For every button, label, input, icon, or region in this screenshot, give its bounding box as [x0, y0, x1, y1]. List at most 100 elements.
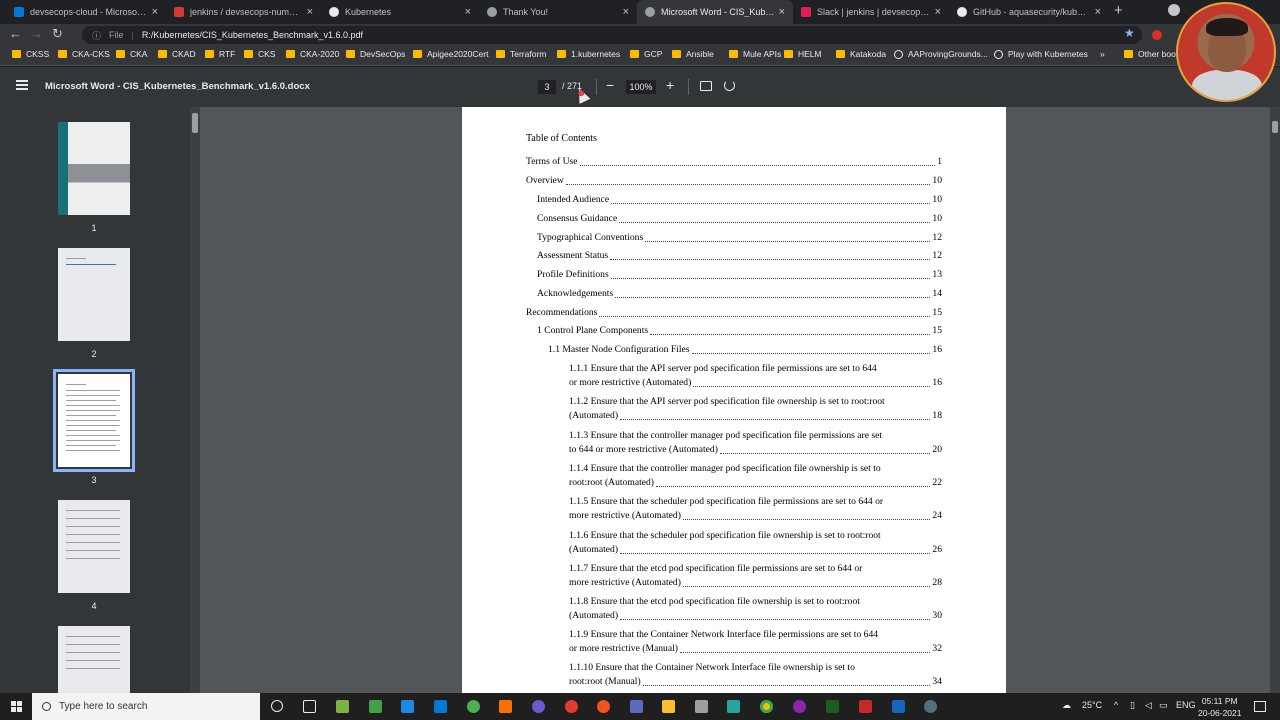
bookmark-item[interactable]: Mule APIs — [729, 49, 781, 59]
github-desktop-icon[interactable] — [793, 700, 806, 713]
address-bar[interactable]: ⓘ File | R:/Kubernetes/CIS_Kubernetes_Be… — [82, 26, 1142, 44]
bookmark-item[interactable]: AAProvingGrounds... — [894, 49, 988, 59]
notepad-plus-icon[interactable] — [336, 700, 349, 713]
outlook-icon[interactable] — [434, 700, 447, 713]
tray-chevron-icon[interactable]: ^ — [1114, 700, 1118, 710]
taskbar-clock[interactable]: 05:11 PM 20-06-2021 — [1198, 695, 1241, 719]
bookmark-item[interactable]: Terraform — [496, 49, 546, 59]
tab-azure[interactable]: devsecops-cloud - Microsoft Az × — [6, 0, 166, 24]
toc-entry[interactable]: Overview 10 — [526, 174, 942, 188]
bookmark-item[interactable]: GCP — [630, 49, 662, 59]
bookmark-item[interactable]: 1.kubernetes — [557, 49, 620, 59]
toc-entry[interactable]: Assessment Status 12 — [537, 249, 942, 263]
zoom-out-button[interactable]: − — [606, 77, 614, 93]
close-icon[interactable]: × — [623, 6, 629, 18]
back-arrow-icon[interactable]: ← — [9, 26, 22, 41]
bookmark-item[interactable]: CKS — [244, 49, 275, 59]
new-tab-button[interactable]: + — [1114, 2, 1123, 19]
tab-thank-you[interactable]: Thank You! × — [479, 0, 637, 24]
close-icon[interactable]: × — [1095, 6, 1101, 18]
bookmark-item[interactable]: Ansible — [672, 49, 714, 59]
weather-temperature[interactable]: 25°C — [1082, 700, 1102, 710]
rotate-icon[interactable] — [724, 80, 735, 91]
battery-icon[interactable]: ▭ — [1159, 700, 1168, 711]
bookmark-star-icon[interactable]: ★ — [1124, 26, 1135, 40]
close-icon[interactable]: × — [307, 6, 313, 18]
app-icon[interactable] — [532, 700, 545, 713]
page-number-input[interactable]: 3 — [538, 80, 556, 94]
extension-icon[interactable] — [1152, 30, 1162, 40]
forward-arrow-icon[interactable]: → — [30, 26, 43, 41]
toc-entry[interactable]: Typographical Conventions 12 — [537, 231, 942, 245]
other-bookmarks[interactable]: Other boo — [1124, 49, 1176, 59]
toc-entry[interactable]: 1.1.1 Ensure that the API server pod spe… — [569, 362, 942, 390]
bookmark-item[interactable]: CKA — [116, 49, 147, 59]
app-icon[interactable] — [727, 700, 740, 713]
app-icon[interactable] — [597, 700, 610, 713]
toc-entry[interactable]: 1.1.5 Ensure that the scheduler pod spec… — [569, 495, 942, 523]
input-language[interactable]: ENG — [1176, 700, 1196, 710]
file-explorer-icon[interactable] — [662, 700, 675, 713]
cortana-icon[interactable] — [271, 700, 283, 712]
bookmark-item[interactable]: Katakoda — [836, 49, 886, 59]
page-thumbnail-selected[interactable] — [53, 369, 135, 472]
scrollbar-thumb[interactable] — [192, 113, 198, 133]
fit-page-icon[interactable] — [700, 81, 712, 91]
word-icon[interactable] — [892, 700, 905, 713]
page-thumbnail[interactable] — [58, 626, 130, 693]
volume-icon[interactable]: ◁ — [1145, 700, 1152, 711]
app-icon[interactable] — [924, 700, 937, 713]
bookmark-item[interactable]: Apigee2020Cert — [413, 49, 488, 59]
toc-entry[interactable]: 1.1.8 Ensure that the etcd pod specifica… — [569, 595, 942, 623]
app-icon[interactable] — [695, 700, 708, 713]
toc-entry[interactable]: Recommendations 15 — [526, 306, 942, 320]
toc-entry[interactable]: Consensus Guidance 10 — [537, 212, 942, 226]
postman-icon[interactable] — [565, 700, 578, 713]
whatsapp-icon[interactable] — [467, 700, 480, 713]
network-icon[interactable]: ▯ — [1130, 700, 1135, 711]
chrome-icon[interactable] — [760, 700, 773, 713]
tab-microsoft-word-pdf[interactable]: Microsoft Word - CIS_Kubernete × — [637, 0, 793, 24]
tab-search-icon[interactable] — [1168, 4, 1180, 16]
toc-entry[interactable]: 1.1.6 Ensure that the scheduler pod spec… — [569, 529, 942, 557]
bookmark-item[interactable]: CKAD — [158, 49, 196, 59]
toc-entry[interactable]: 1 Control Plane Components 15 — [537, 324, 942, 338]
close-icon[interactable]: × — [152, 6, 158, 18]
reload-icon[interactable]: ↻ — [52, 26, 63, 42]
bookmark-item[interactable]: CKSS — [12, 49, 49, 59]
app-icon[interactable] — [369, 700, 382, 713]
weather-cloud-icon[interactable]: ☁ — [1062, 700, 1071, 711]
toc-entry[interactable]: 1.1.9 Ensure that the Container Network … — [569, 628, 942, 656]
app-icon[interactable] — [630, 700, 643, 713]
toc-entry[interactable]: Profile Definitions 13 — [537, 268, 942, 282]
bookmark-item[interactable]: Play with Kubernetes — [994, 49, 1088, 59]
toc-entry[interactable]: 1.1.3 Ensure that the controller manager… — [569, 429, 942, 457]
toc-entry[interactable]: Acknowledgements 14 — [537, 287, 942, 301]
tab-kubernetes[interactable]: Kubernetes × — [321, 0, 479, 24]
bookmark-item[interactable]: CKA-2020 — [286, 49, 339, 59]
vscode-icon[interactable] — [401, 700, 414, 713]
bookmarks-overflow-button[interactable]: » — [1100, 49, 1105, 59]
bookmark-item[interactable]: CKA-CKS — [58, 49, 110, 59]
toc-entry[interactable]: Intended Audience 10 — [537, 193, 942, 207]
menu-icon[interactable] — [16, 80, 28, 90]
toc-entry[interactable]: 1.1.10 Ensure that the Container Network… — [569, 661, 942, 689]
page-thumbnail[interactable] — [58, 500, 130, 593]
document-scrollbar[interactable] — [1270, 107, 1280, 693]
powerpoint-icon[interactable] — [859, 700, 872, 713]
toc-entry[interactable]: 1.1.4 Ensure that the controller manager… — [569, 462, 942, 490]
notification-icon[interactable] — [1254, 701, 1266, 712]
toc-entry[interactable]: 1.1.7 Ensure that the etcd pod specifica… — [569, 562, 942, 590]
tab-jenkins[interactable]: jenkins / devsecops-numeric-ap × — [166, 0, 321, 24]
bookmark-item[interactable]: DevSecOps — [346, 49, 405, 59]
scrollbar-thumb[interactable] — [1272, 121, 1278, 133]
sublime-icon[interactable] — [499, 700, 512, 713]
close-icon[interactable]: × — [779, 6, 785, 18]
toc-entry[interactable]: Terms of Use 1 — [526, 155, 942, 169]
close-icon[interactable]: × — [935, 6, 941, 18]
excel-icon[interactable] — [826, 700, 839, 713]
sidebar-scrollbar[interactable] — [190, 107, 200, 693]
taskbar-search-input[interactable]: Type here to search — [32, 693, 260, 720]
bookmark-item[interactable]: RTF — [205, 49, 235, 59]
page-thumbnail[interactable] — [58, 122, 130, 215]
